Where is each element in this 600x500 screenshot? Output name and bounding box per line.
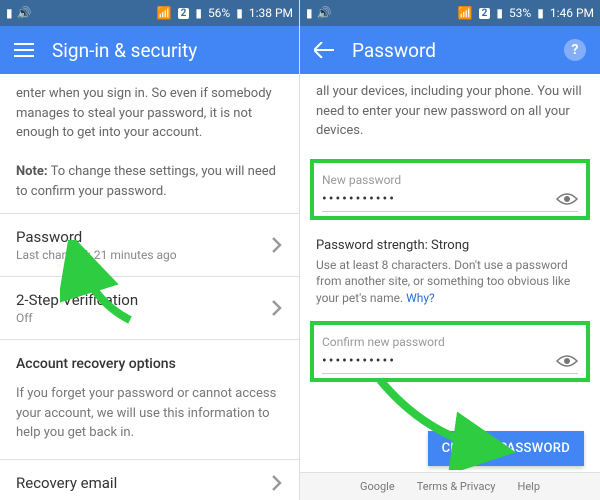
password-input[interactable]: •••••••••••	[322, 353, 556, 369]
strength-description: Use at least 8 characters. Don't use a p…	[300, 255, 600, 315]
chevron-right-icon	[271, 299, 283, 317]
footer-google-link[interactable]: Google	[360, 480, 395, 493]
eye-icon[interactable]	[556, 192, 578, 206]
back-arrow-icon[interactable]	[314, 42, 334, 58]
battery-text: 56%	[208, 6, 230, 20]
field-label: Confirm new password	[322, 335, 578, 349]
battery-icon: ▮	[537, 6, 544, 20]
signal-icon: ▮	[195, 6, 202, 20]
password-input[interactable]: •••••••••••	[322, 191, 556, 207]
field-label: New password	[322, 173, 578, 187]
app-bar: Password ?	[300, 26, 600, 74]
intro-text: enter when you sign in. So even if someb…	[0, 74, 299, 213]
row-title: 2-Step Verification	[16, 291, 271, 309]
help-icon[interactable]: ?	[564, 39, 586, 61]
signal-icon: ▮	[496, 6, 503, 20]
chevron-right-icon	[271, 474, 283, 492]
row-password[interactable]: Password Last changed: 21 minutes ago	[0, 214, 299, 276]
volume-icon: 🔊	[17, 6, 32, 20]
confirm-password-field[interactable]: Confirm new password •••••••••••	[310, 321, 590, 382]
recovery-text: If you forget your password or cannot ac…	[0, 380, 299, 459]
footer: Google Terms & Privacy Help	[300, 472, 600, 500]
chevron-right-icon	[271, 236, 283, 254]
page-title: Password	[352, 39, 546, 62]
row-title: Recovery email	[16, 474, 271, 492]
new-password-field[interactable]: New password •••••••••••	[310, 159, 590, 220]
sim-icon: ▮	[306, 6, 313, 20]
intro-text: all your devices, including your phone. …	[300, 74, 600, 153]
sim-badge-icon: 2	[479, 8, 491, 19]
eye-icon[interactable]	[556, 354, 578, 368]
screen-password: ▮ 🔊 📶 2 ▮ 53% ▮ 1:46 PM Password ? all y…	[300, 0, 600, 500]
recovery-heading: Account recovery options	[0, 340, 299, 380]
battery-text: 53%	[509, 6, 531, 20]
row-title: Password	[16, 228, 271, 246]
screen-signin-security: ▮ 🔊 📶 2 ▮ 56% ▮ 1:38 PM Sign-in & securi…	[0, 0, 300, 500]
sim-icon: ▮	[6, 6, 13, 20]
content-area: all your devices, including your phone. …	[300, 74, 600, 500]
hamburger-icon[interactable]	[14, 43, 34, 57]
row-2step[interactable]: 2-Step Verification Off	[0, 277, 299, 339]
row-recovery-email[interactable]: Recovery email	[0, 460, 299, 492]
app-bar: Sign-in & security	[0, 26, 299, 74]
battery-icon: ▮	[236, 6, 243, 20]
content-area: enter when you sign in. So even if someb…	[0, 74, 299, 500]
wifi-icon: 📶	[157, 6, 172, 20]
clock-text: 1:46 PM	[550, 6, 594, 20]
status-bar: ▮ 🔊 📶 2 ▮ 53% ▮ 1:46 PM	[300, 0, 600, 26]
row-subtitle: Last changed: 21 minutes ago	[16, 248, 271, 262]
footer-help-link[interactable]: Help	[517, 480, 540, 493]
clock-text: 1:38 PM	[249, 6, 293, 20]
why-link[interactable]: Why?	[406, 291, 435, 305]
footer-terms-link[interactable]: Terms & Privacy	[417, 480, 496, 493]
row-subtitle: Off	[16, 311, 271, 325]
volume-icon: 🔊	[317, 6, 332, 20]
sim-badge-icon: 2	[178, 8, 190, 19]
page-title: Sign-in & security	[52, 39, 285, 62]
password-strength: Password strength: Strong	[300, 226, 600, 255]
status-bar: ▮ 🔊 📶 2 ▮ 56% ▮ 1:38 PM	[0, 0, 299, 26]
wifi-icon: 📶	[458, 6, 473, 20]
change-password-button[interactable]: CHANGE PASSWORD	[428, 431, 584, 466]
